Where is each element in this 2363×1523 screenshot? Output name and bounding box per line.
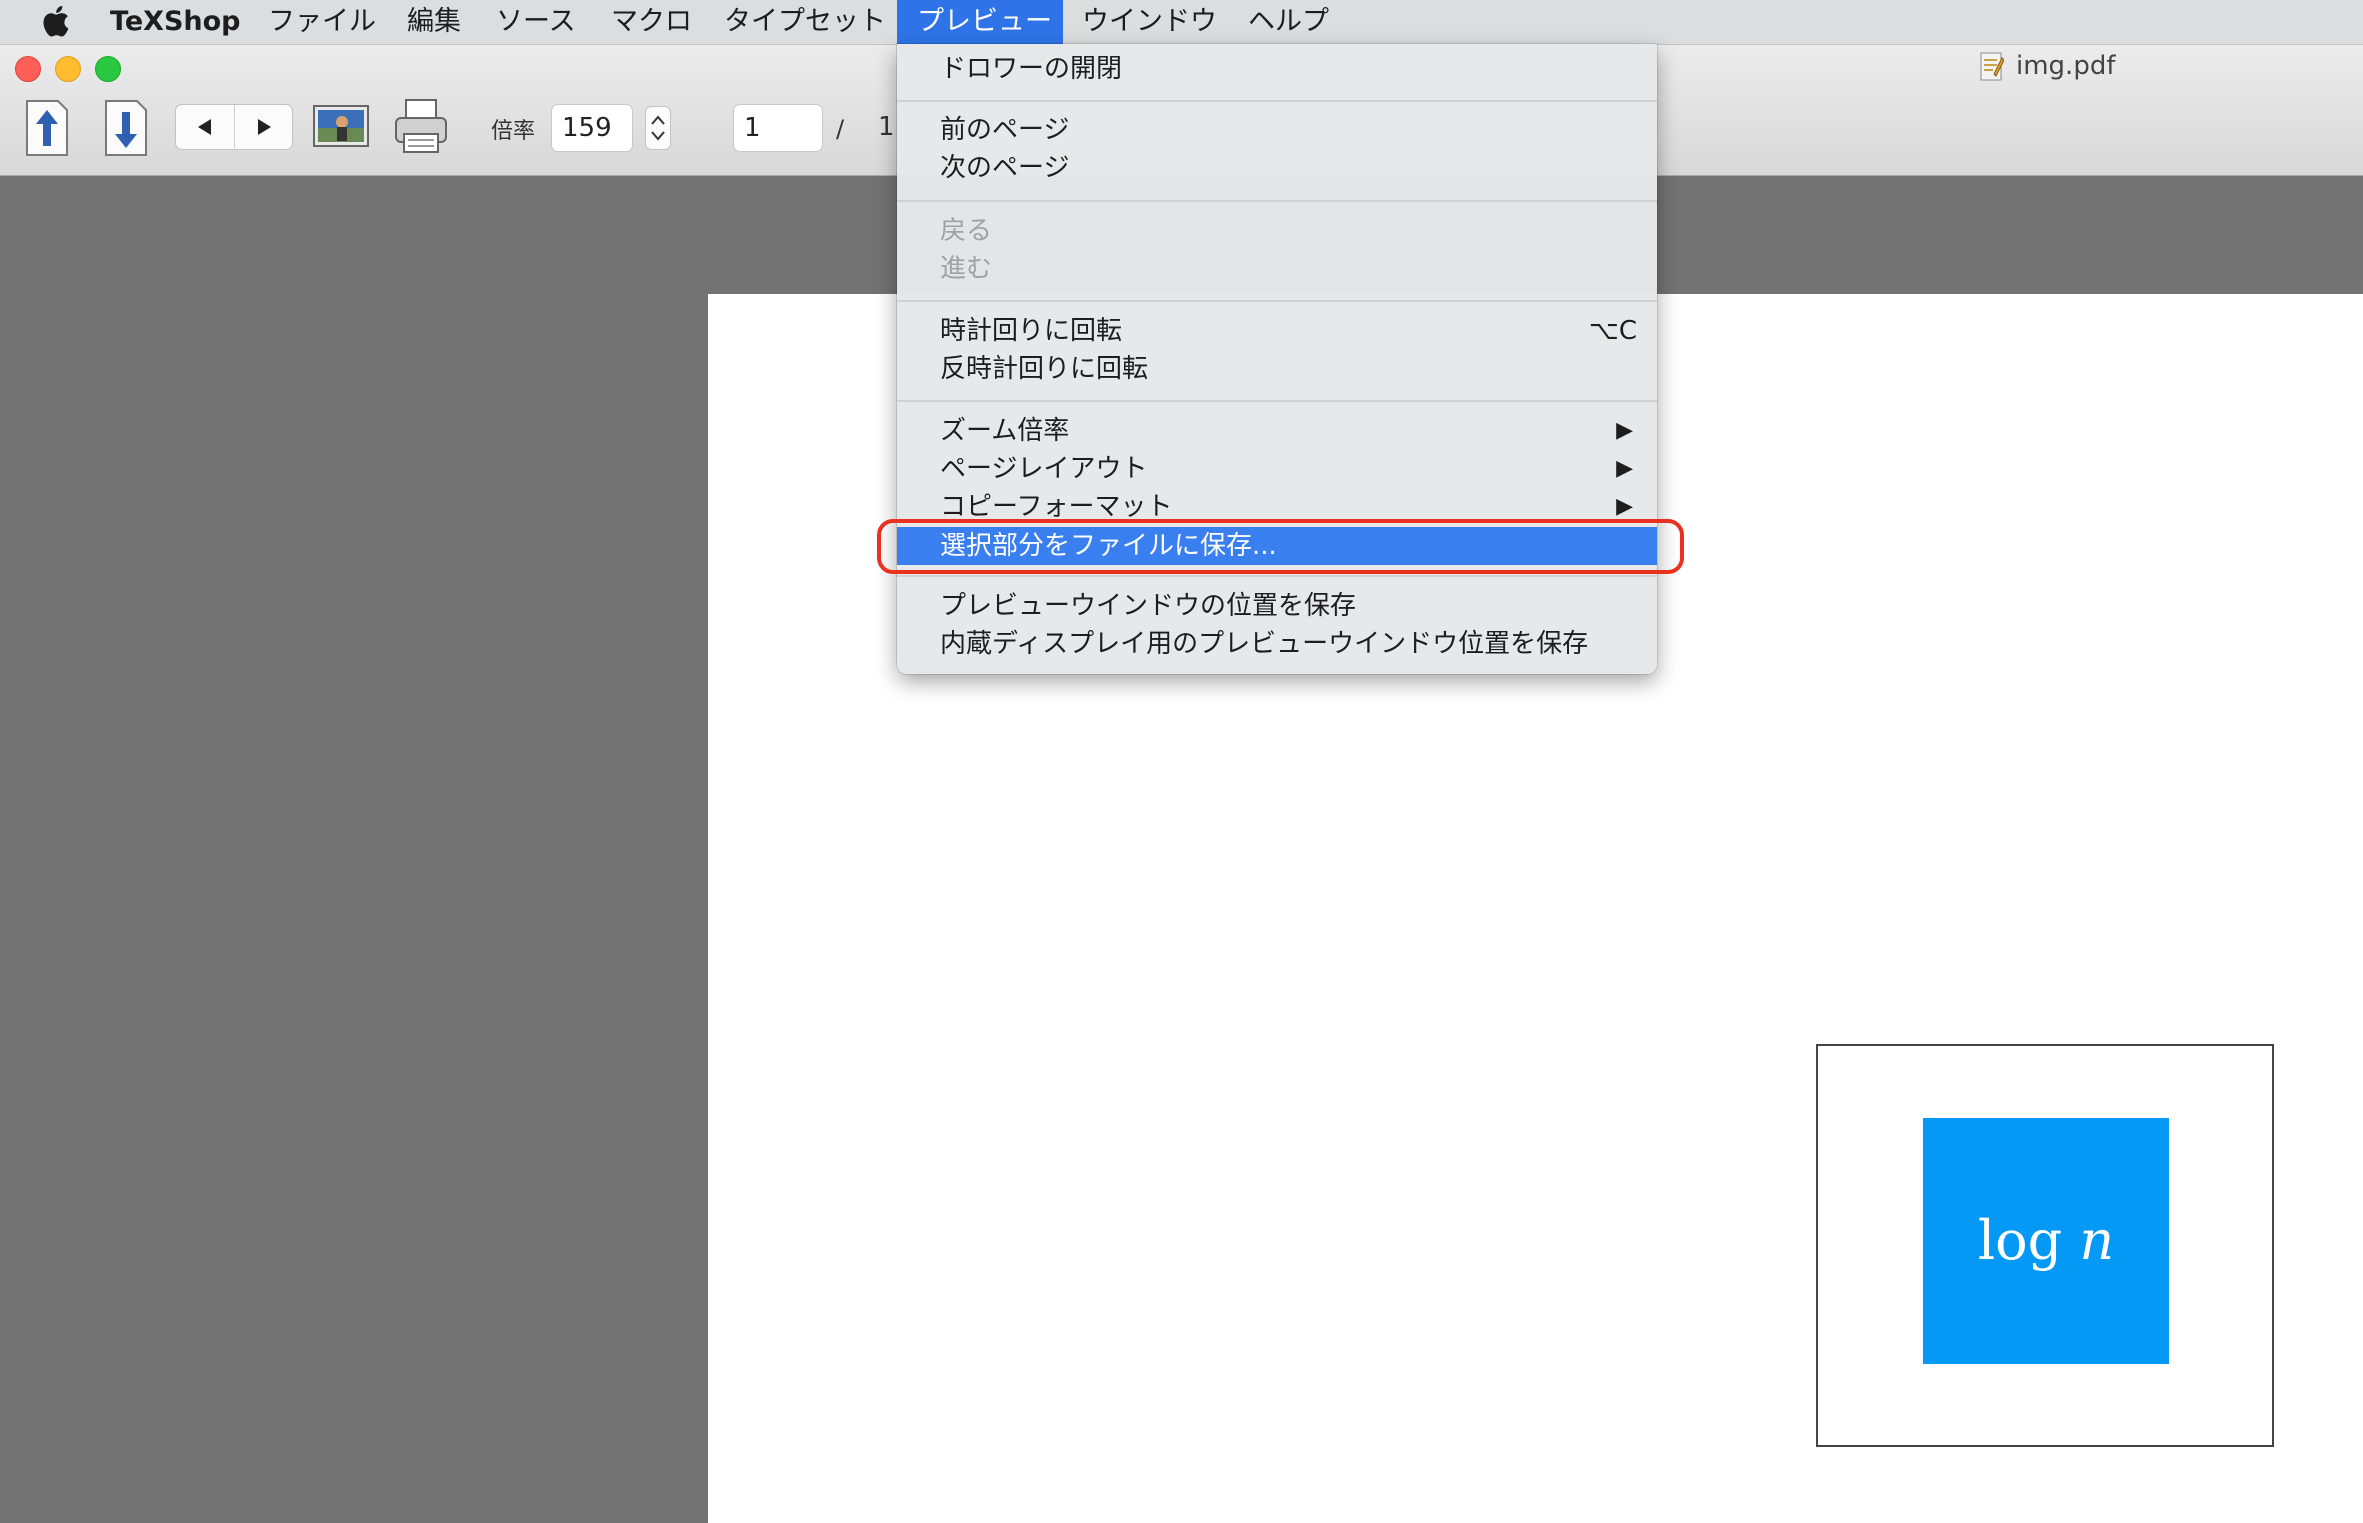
page-number-value: 1 [744, 113, 761, 143]
close-window-button[interactable] [15, 56, 41, 82]
page-separator: / [836, 115, 845, 143]
menu-item-save-builtin-display-position[interactable]: 内蔵ディスプレイ用のプレビューウインドウ位置を保存 [897, 625, 1657, 663]
document-proxy-icon[interactable] [1980, 52, 2005, 82]
next-page-icon[interactable] [235, 105, 293, 149]
window-title: img.pdf [2016, 51, 2116, 81]
typeset-up-button[interactable] [24, 98, 70, 158]
menu-item-zoom[interactable]: ズーム倍率 ▶ [897, 412, 1657, 450]
preview-menu: ドロワーの開閉 前のページ 次のページ 戻る 進む 時計回りに回転 ⌥C 反時計… [897, 44, 1657, 674]
zoom-submenu-label: ズーム倍率 [940, 416, 1070, 446]
menu-window[interactable]: ウインドウ [1068, 0, 1231, 44]
zoom-value: 159 [562, 113, 612, 143]
menu-item-rotate-cw[interactable]: 時計回りに回転 ⌥C [897, 312, 1657, 350]
menu-separator [897, 100, 1657, 102]
zoom-field[interactable]: 159 [551, 104, 633, 152]
rotate-cw-shortcut: ⌥C [1588, 316, 1637, 346]
formula-log: log [1977, 1209, 2063, 1272]
menu-separator [897, 300, 1657, 302]
menu-help[interactable]: ヘルプ [1234, 0, 1343, 44]
formula-box: log n [1923, 1118, 2169, 1364]
menu-bar: TeXShop ファイル 編集 ソース マクロ タイプセット プレビュー ウイン… [0, 0, 2363, 45]
menu-item-forward: 進む [940, 254, 993, 284]
submenu-arrow-icon: ▶ [1616, 456, 1633, 481]
copy-format-label: コピーフォーマット [940, 492, 1173, 522]
menu-item-page-layout[interactable]: ページレイアウト ▶ [897, 450, 1657, 488]
zoom-window-button[interactable] [95, 56, 121, 82]
menu-file[interactable]: ファイル [254, 0, 390, 44]
menu-item-next-page[interactable]: 次のページ [897, 149, 1657, 187]
menu-item-save-window-position[interactable]: プレビューウインドウの位置を保存 [897, 587, 1657, 625]
apple-menu-icon[interactable] [34, 0, 74, 44]
menu-item-back: 戻る [940, 216, 993, 246]
menu-item-rotate-ccw[interactable]: 反時計回りに回転 [897, 350, 1657, 388]
image-preview-icon[interactable] [312, 102, 370, 150]
menu-preview[interactable]: プレビュー [897, 0, 1063, 44]
page-number-field[interactable]: 1 [733, 104, 823, 152]
zoom-stepper[interactable] [645, 106, 671, 150]
menu-edit[interactable]: 編集 [393, 0, 475, 44]
prev-next-segment [175, 104, 293, 150]
menu-item-prev-page[interactable]: 前のページ [897, 111, 1657, 149]
submenu-arrow-icon: ▶ [1616, 418, 1633, 443]
image-frame: log n [1816, 1044, 2274, 1447]
page-total: 1 [878, 112, 895, 142]
menu-item-drawer[interactable]: ドロワーの開閉 [897, 50, 1657, 88]
menu-source[interactable]: ソース [482, 0, 590, 44]
menu-separator [897, 200, 1657, 202]
zoom-label: 倍率 [491, 119, 536, 144]
minimize-window-button[interactable] [55, 56, 81, 82]
highlight-callout [877, 519, 1684, 574]
page-layout-label: ページレイアウト [940, 454, 1148, 484]
print-icon[interactable] [392, 98, 450, 156]
menu-typeset[interactable]: タイプセット [710, 0, 900, 44]
menu-macro[interactable]: マクロ [597, 0, 706, 44]
previous-page-icon[interactable] [176, 105, 235, 149]
rotate-cw-label: 時計回りに回転 [940, 316, 1123, 346]
formula-variable: n [2079, 1209, 2115, 1272]
menu-separator [897, 575, 1657, 577]
menu-separator [897, 400, 1657, 402]
typeset-down-button[interactable] [103, 98, 149, 158]
menu-app-texshop[interactable]: TeXShop [96, 0, 255, 44]
